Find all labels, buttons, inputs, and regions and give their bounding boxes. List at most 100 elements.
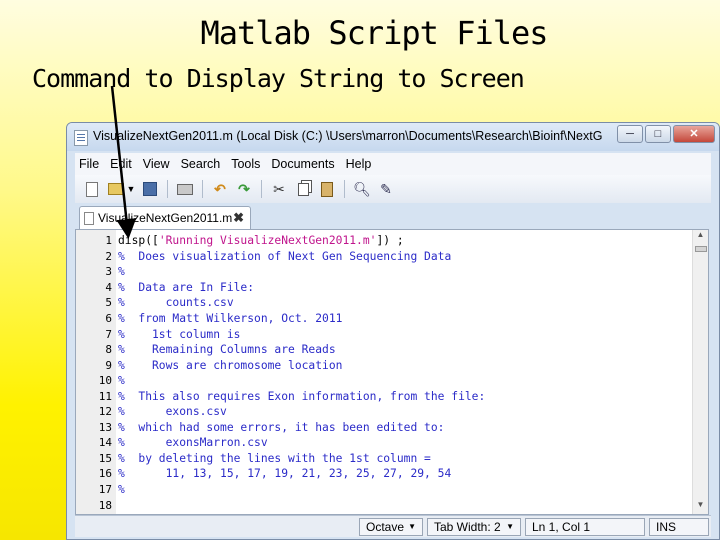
print-icon (177, 183, 193, 195)
open-recent-dropdown[interactable]: ▼ (126, 180, 136, 198)
copy-icon (297, 182, 309, 196)
open-file-icon (108, 183, 124, 195)
open-file-button[interactable] (107, 180, 125, 198)
code-comment: % counts.csv (118, 296, 234, 310)
document-icon (84, 211, 94, 225)
chevron-down-icon: ▼ (506, 522, 514, 531)
close-tab-icon[interactable]: ✖ (233, 210, 244, 226)
insert-mode: INS (649, 518, 709, 536)
line-number: 12 (98, 405, 112, 419)
new-file-button[interactable] (83, 180, 101, 198)
editor-window: VisualizeNextGen2011.m (Local Disk (C:) … (66, 122, 720, 540)
line-number: 9 (105, 358, 112, 372)
language-selector[interactable]: Octave ▼ (359, 518, 423, 536)
menu-search[interactable]: Search (181, 157, 221, 171)
code-line: 3% (76, 264, 708, 280)
redo-button[interactable]: ↷ (235, 180, 253, 198)
code-comment: % (118, 483, 125, 497)
line-number: 14 (98, 436, 112, 450)
code-line: 10% (76, 373, 708, 389)
code-line: 11 % This also requires Exon information,… (76, 388, 708, 404)
code-comment: % (118, 265, 125, 279)
line-number: 7 (105, 327, 112, 341)
minimize-button[interactable]: ─ (617, 125, 643, 143)
save-icon (143, 182, 157, 196)
code-text: disp(['Running VisualizeNextGen2011.m'])… (118, 234, 404, 247)
line-number: 3 (105, 265, 112, 279)
code-line: 12 % exons.csv (76, 404, 708, 420)
code-command: ]) ; (376, 234, 404, 248)
undo-button[interactable]: ↶ (211, 180, 229, 198)
window-title: VisualizeNextGen2011.m (Local Disk (C:) … (93, 129, 603, 143)
menu-tools[interactable]: Tools (231, 157, 260, 171)
code-line: 2 % Does visualization of Next Gen Sequen… (76, 249, 708, 265)
code-comment: % (118, 374, 125, 388)
code-line: 4 % Data are In File: (76, 280, 708, 296)
line-number: 5 (105, 296, 112, 310)
find-icon: 🔍︎ (353, 180, 371, 197)
tab-width-selector[interactable]: Tab Width: 2 ▼ (427, 518, 521, 536)
language-label: Octave (366, 520, 405, 534)
toolbar-divider (202, 180, 203, 198)
line-number: 4 (105, 280, 112, 294)
code-line: 16 % 11, 13, 15, 17, 19, 21, 23, 25, 27, … (76, 466, 708, 482)
print-button[interactable] (176, 180, 194, 198)
cut-button[interactable]: ✂ (270, 180, 288, 198)
menu-file[interactable]: File (79, 157, 99, 171)
line-number: 10 (98, 374, 112, 388)
line-number: 6 (105, 312, 112, 325)
menu-help[interactable]: Help (346, 157, 372, 171)
code-line: 8 % Remaining Columns are Reads (76, 342, 708, 358)
redo-icon: ↷ (238, 180, 250, 197)
menu-documents[interactable]: Documents (271, 157, 334, 171)
vertical-scrollbar[interactable]: ▲ ▼ (692, 230, 708, 514)
code-line: 15 % by deleting the lines with the 1st c… (76, 451, 708, 467)
code-comment: % which had some errors, it has been edi… (118, 420, 445, 434)
code-comment: % Remaining Columns are Reads (118, 343, 336, 357)
line-number: 8 (105, 343, 112, 357)
code-line: 6 % from Matt Wilkerson, Oct. 2011 (76, 311, 708, 327)
code-editor[interactable]: 1 disp(['Running VisualizeNextGen2011.m']… (75, 229, 709, 515)
copy-button[interactable] (294, 180, 312, 198)
menu-bar: File Edit View Search Tools Documents He… (75, 153, 711, 175)
paste-button[interactable] (318, 180, 336, 198)
toolbar-divider (344, 180, 345, 198)
code-line: 13 % which had some errors, it has been e… (76, 420, 708, 436)
code-comment: % 1st column is (118, 327, 241, 341)
code-command: disp([ (118, 234, 159, 248)
slide-title: Matlab Script Files (200, 14, 548, 52)
close-button[interactable]: ✕ (673, 125, 715, 143)
replace-icon: ✎ (380, 180, 392, 197)
tab-visualizenextgen2011[interactable]: VisualizeNextGen2011.m ✖ (79, 206, 251, 229)
line-number: 16 (98, 467, 112, 481)
menu-view[interactable]: View (143, 157, 170, 171)
document-icon (74, 130, 88, 146)
code-comment: % exons.csv (118, 405, 227, 419)
line-number: 11 (98, 389, 112, 403)
document-tabs: VisualizeNextGen2011.m ✖ (75, 203, 711, 229)
line-number: 17 (98, 483, 112, 497)
scroll-down-icon[interactable]: ▼ (693, 500, 708, 514)
maximize-button[interactable]: □ (645, 125, 671, 143)
paste-icon (321, 181, 333, 197)
code-comment: % Data are In File: (118, 280, 255, 294)
code-line: 14 % exonsMarron.csv (76, 435, 708, 451)
code-line: 1 disp(['Running VisualizeNextGen2011.m']… (76, 233, 708, 249)
replace-button[interactable]: ✎ (377, 180, 395, 198)
code-comment: % This also requires Exon information, f… (118, 389, 486, 403)
new-file-icon (86, 181, 98, 197)
code-comment: % by deleting the lines with the 1st col… (118, 451, 431, 465)
scroll-up-icon[interactable]: ▲ (693, 230, 708, 244)
code-line: 9 % Rows are chromosome location (76, 357, 708, 373)
scrollbar-thumb[interactable] (695, 246, 707, 252)
toolbar: ▼ ↶ ↷ ✂ 🔍︎ ✎ (75, 175, 711, 203)
line-number: 1 (105, 234, 112, 248)
code-comment: % Does visualization of Next Gen Sequenc… (118, 249, 452, 263)
code-line: 5 % counts.csv (76, 295, 708, 311)
chevron-down-icon: ▼ (126, 184, 136, 194)
menu-edit[interactable]: Edit (110, 157, 132, 171)
save-button[interactable] (141, 180, 159, 198)
tab-label: VisualizeNextGen2011.m (98, 211, 233, 225)
find-button[interactable]: 🔍︎ (353, 180, 371, 198)
window-titlebar[interactable]: VisualizeNextGen2011.m (Local Disk (C:) … (67, 123, 719, 151)
